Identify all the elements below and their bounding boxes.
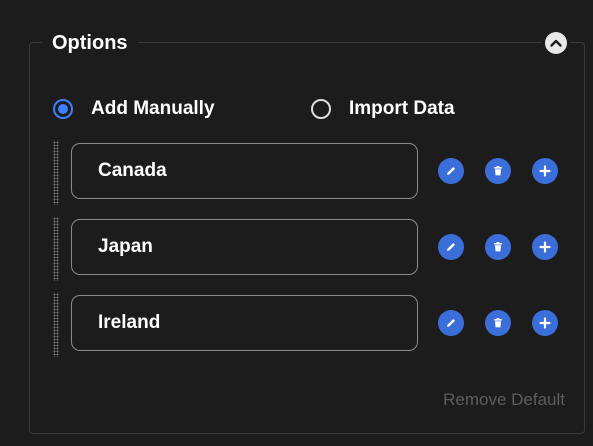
radio-import-data[interactable]: Import Data [311, 98, 455, 120]
edit-button[interactable] [438, 310, 464, 336]
edit-button[interactable] [438, 234, 464, 260]
radio-add-manually-label: Add Manually [91, 98, 215, 119]
plus-icon [539, 317, 551, 329]
pencil-icon [447, 167, 455, 175]
drag-handle-icon[interactable] [53, 141, 59, 205]
remove-default-link[interactable]: Remove Default [443, 390, 565, 410]
add-button[interactable] [532, 310, 558, 336]
chevron-up-icon [545, 32, 567, 54]
add-button[interactable] [532, 158, 558, 184]
delete-button[interactable] [485, 234, 511, 260]
delete-button[interactable] [485, 310, 511, 336]
trash-icon [494, 318, 502, 328]
add-button[interactable] [532, 234, 558, 260]
radio-button-selected[interactable] [53, 99, 73, 119]
trash-icon [494, 166, 502, 176]
drag-handle-icon[interactable] [53, 293, 59, 357]
option-row: Canada [50, 141, 570, 205]
plus-icon [539, 165, 551, 177]
radio-import-data-label: Import Data [349, 98, 455, 119]
radio-add-manually[interactable]: Add Manually [53, 98, 215, 120]
option-value-field[interactable]: Japan [71, 219, 418, 275]
delete-button[interactable] [485, 158, 511, 184]
plus-icon [539, 241, 551, 253]
option-value-field[interactable]: Ireland [71, 295, 418, 351]
radio-button-unselected[interactable] [311, 99, 331, 119]
collapse-button[interactable] [541, 28, 571, 58]
trash-icon [494, 242, 502, 252]
options-widget: Options Add Manually Import Data Canada [0, 0, 593, 446]
option-row: Japan [50, 217, 570, 281]
option-value-field[interactable]: Canada [71, 143, 418, 199]
drag-handle-icon[interactable] [53, 217, 59, 281]
option-row: Ireland [50, 293, 570, 357]
edit-button[interactable] [438, 158, 464, 184]
pencil-icon [447, 319, 455, 327]
pencil-icon [447, 243, 455, 251]
options-title: Options [42, 29, 138, 57]
